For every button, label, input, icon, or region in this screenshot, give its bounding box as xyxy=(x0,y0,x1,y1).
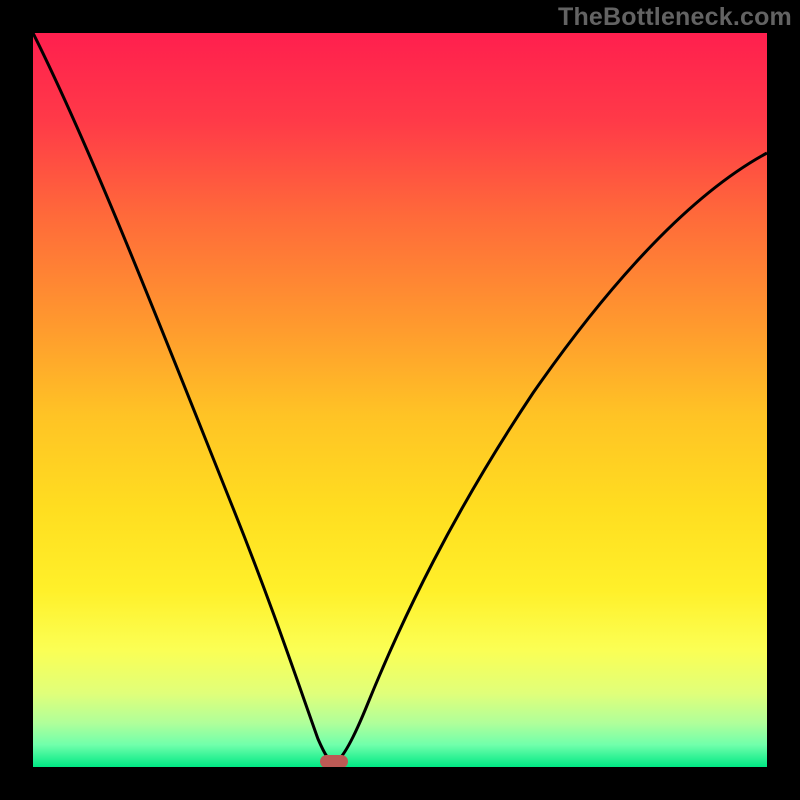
chart-container: TheBottleneck.com xyxy=(0,0,800,800)
plot-area xyxy=(33,33,767,767)
gradient-background xyxy=(33,33,767,767)
watermark-text: TheBottleneck.com xyxy=(558,3,792,32)
optimal-point-marker xyxy=(320,755,348,767)
chart-svg xyxy=(33,33,767,767)
